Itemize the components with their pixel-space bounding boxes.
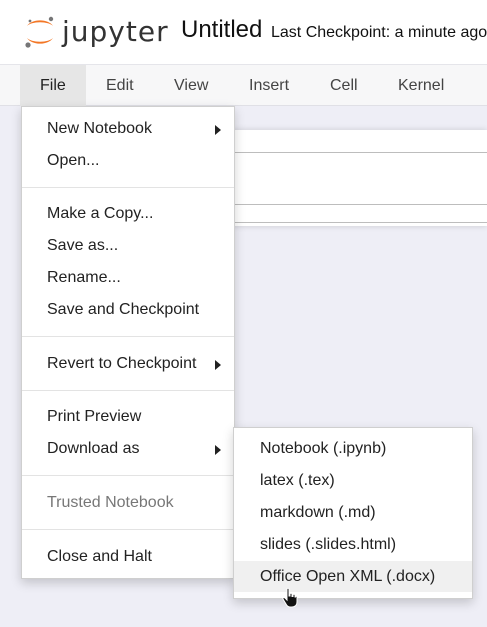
file-dropdown-menu: New Notebook Open... Make a Copy... Save…	[21, 106, 235, 579]
menu-item-close-halt[interactable]: Close and Halt	[22, 542, 234, 572]
cell-border	[200, 204, 487, 205]
header: jupyter Untitled Last Checkpoint: a minu…	[0, 0, 487, 64]
checkpoint-status: Last Checkpoint: a minute ago	[271, 24, 487, 41]
menu-kernel[interactable]: Kernel	[379, 65, 463, 106]
menu-divider	[22, 475, 234, 476]
menu-item-open[interactable]: Open...	[22, 146, 234, 176]
notebook-title[interactable]: Untitled	[181, 16, 262, 44]
menu-file[interactable]: File	[20, 65, 86, 106]
caret-right-icon	[215, 360, 221, 370]
menu-item-download-as[interactable]: Download as	[22, 434, 234, 464]
menu-item-label: Download as	[47, 440, 140, 457]
brand-name[interactable]: jupyter	[62, 15, 169, 48]
download-slides[interactable]: slides (.slides.html)	[234, 529, 472, 560]
menu-item-print-preview[interactable]: Print Preview	[22, 402, 234, 432]
menu-divider	[22, 390, 234, 391]
caret-right-icon	[215, 445, 221, 455]
menu-divider	[22, 187, 234, 188]
menu-item-new-notebook[interactable]: New Notebook	[22, 114, 234, 144]
menu-item-label: New Notebook	[47, 120, 152, 137]
menu-divider	[22, 336, 234, 337]
menu-insert[interactable]: Insert	[230, 65, 308, 106]
menu-item-save-as[interactable]: Save as...	[22, 231, 234, 261]
menu-item-rename[interactable]: Rename...	[22, 263, 234, 293]
menu-view[interactable]: View	[155, 65, 227, 106]
download-ipynb[interactable]: Notebook (.ipynb)	[234, 433, 472, 464]
menu-item-revert-checkpoint[interactable]: Revert to Checkpoint	[22, 349, 234, 379]
download-docx[interactable]: Office Open XML (.docx)	[234, 561, 472, 592]
download-markdown[interactable]: markdown (.md)	[234, 497, 472, 528]
download-latex[interactable]: latex (.tex)	[234, 465, 472, 496]
menu-item-label: Revert to Checkpoint	[47, 355, 197, 372]
menu-divider	[22, 529, 234, 530]
menu-item-trusted-notebook: Trusted Notebook	[47, 494, 174, 511]
notebook-container	[200, 130, 487, 226]
download-submenu: Notebook (.ipynb) latex (.tex) markdown …	[233, 427, 473, 599]
menu-edit[interactable]: Edit	[87, 65, 153, 106]
caret-right-icon	[215, 125, 221, 135]
menubar: File Edit View Insert Cell Kernel	[0, 64, 487, 106]
cell-border	[200, 152, 487, 153]
menu-item-make-copy[interactable]: Make a Copy...	[22, 199, 234, 229]
menu-cell[interactable]: Cell	[311, 65, 377, 106]
hand-pointer-icon	[282, 588, 298, 608]
menu-item-save-checkpoint[interactable]: Save and Checkpoint	[22, 295, 234, 325]
jupyter-logo-icon[interactable]	[22, 14, 58, 50]
cell-border	[200, 222, 487, 223]
